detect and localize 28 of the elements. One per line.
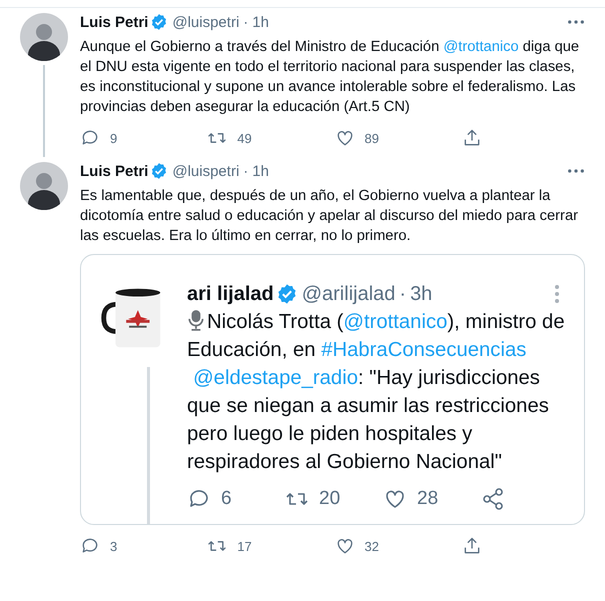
reply-count: 9 [110,130,118,146]
reply-count: 6 [221,488,232,510]
link[interactable]: @trottanico [443,39,519,55]
retweet-count: 49 [237,130,252,146]
separator-dot: · [399,282,406,306]
timestamp[interactable]: 3h [410,282,432,306]
author-name[interactable]: ari lijalad [187,282,274,306]
separator-dot: · [243,14,248,30]
link[interactable]: @trottanico [343,311,448,333]
like-count: 28 [417,488,438,510]
separator-dot: · [243,162,248,180]
author-handle[interactable]: @luispetri [172,14,240,30]
tweet-text: Es lamentable que, después de un año, el Gobierno vuelva a plantear la dicotomía entre salud o educación y apelar al discurso del miedo para cerrar las escuelas. Era lo último en cerrar, no lo primero. [80,187,580,246]
author-handle[interactable]: @luispetri [172,162,240,180]
like-count: 32 [364,538,379,554]
timestamp[interactable]: 1h [252,14,269,30]
tweet-text: Nicolás Trotta (@trottanico), ministro de Educación, en #HabraConsecuencias @eldestape_radio: "Hay jurisdicciones que se niegan a asumir las restricciones pero luego le piden hospitales y respiradores al Gobierno Nacional" [187,308,566,475]
timestamp[interactable]: 1h [252,162,269,180]
author-name[interactable]: Luis Petri [80,14,148,30]
link[interactable]: #HabraConsecuencias [321,339,526,361]
author-name[interactable]: Luis Petri [80,162,148,180]
tweet-text: Aunque el Gobierno a través del Ministro de Educación @trottanico diga que el DNU esta vigente en todo el territorio nacional para suspender las clases, es inconstitucional y supone un avance intolerable sobre el federalismo. Las provincias deben asegurar la educación (Art.5 CN) [80,38,580,117]
author-handle[interactable]: @arilijalad [302,282,396,306]
retweet-count: 20 [319,488,340,510]
retweet-count: 17 [237,538,252,554]
reply-count: 3 [110,538,118,554]
link[interactable]: @eldestape_radio [193,367,358,389]
like-count: 89 [364,130,379,146]
